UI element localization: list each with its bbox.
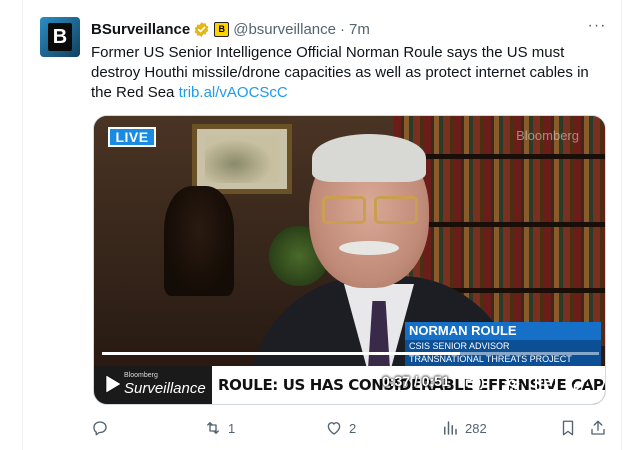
- ticker-brand-top: Bloomberg: [124, 372, 158, 379]
- speaker-glasses: [322, 196, 366, 224]
- tweet-link[interactable]: trib.al/vAOCScC: [179, 84, 288, 101]
- view-count: 282: [465, 420, 487, 436]
- video-player[interactable]: LIVE Bloomberg NORMAN ROULE CSIS SENIOR …: [93, 115, 606, 405]
- live-badge: LIVE: [108, 127, 156, 147]
- more-options-icon[interactable]: ···: [587, 18, 607, 38]
- avatar-letter: B: [48, 23, 72, 51]
- retweet-icon: [207, 422, 219, 434]
- volume-icon[interactable]: [464, 372, 486, 394]
- speaker-mustache: [339, 241, 399, 255]
- speaker-glasses: [374, 196, 418, 224]
- video-progress-fill: [102, 352, 460, 355]
- settings-gear-icon[interactable]: [501, 372, 523, 394]
- play-icon[interactable]: [104, 374, 122, 394]
- tweet-header: BSurveillance B @bsurveillance · 7m: [91, 19, 370, 39]
- author-handle[interactable]: @bsurveillance: [233, 21, 336, 38]
- reply-button[interactable]: [91, 418, 115, 438]
- avatar[interactable]: B: [40, 17, 80, 57]
- separator-dot: ·: [340, 20, 345, 38]
- bookmark-button[interactable]: [559, 418, 577, 438]
- video-progress-bar[interactable]: [102, 352, 599, 355]
- speaker-hair: [312, 134, 426, 182]
- broadcaster-watermark: Bloomberg: [516, 128, 579, 143]
- reply-icon: [93, 421, 107, 436]
- video-painting: [192, 124, 292, 194]
- tweet-actions-bar: 1 2 282: [91, 418, 611, 438]
- ticker-brand-name: Surveillance: [124, 380, 206, 397]
- retweet-count: 1: [228, 420, 236, 436]
- verified-badge-icon[interactable]: [193, 21, 210, 38]
- video-statue: [164, 186, 234, 296]
- retweet-button[interactable]: 1: [204, 418, 235, 438]
- lower-third-caption: NORMAN ROULE CSIS SENIOR ADVISOR TRANSNA…: [405, 322, 601, 366]
- lower-third-name: NORMAN ROULE: [405, 322, 601, 340]
- heart-icon: [327, 422, 341, 435]
- share-button[interactable]: [589, 418, 607, 438]
- author-name[interactable]: BSurveillance: [91, 21, 190, 38]
- tweet-body: Former US Senior Intelligence Official N…: [91, 44, 589, 101]
- affiliate-badge[interactable]: B: [214, 21, 230, 37]
- captions-icon[interactable]: [535, 375, 557, 391]
- like-button[interactable]: 2: [325, 418, 356, 438]
- bookmark-icon: [562, 420, 574, 436]
- timestamp[interactable]: 7m: [349, 21, 370, 38]
- news-ticker: Bloomberg Surveillance ROULE: US HAS CON…: [94, 366, 605, 404]
- tweet-text: Former US Senior Intelligence Official N…: [91, 43, 611, 103]
- share-icon: [591, 420, 605, 435]
- painting-art: [205, 135, 279, 183]
- video-time: 0:37 / 0:51: [382, 373, 450, 389]
- tweet-card[interactable]: B BSurveillance B @bsurveillance · 7m ··…: [22, 0, 622, 450]
- views-button[interactable]: 282: [441, 418, 487, 438]
- views-icon: [444, 421, 457, 435]
- fullscreen-icon[interactable]: [572, 372, 594, 394]
- like-count: 2: [349, 420, 357, 436]
